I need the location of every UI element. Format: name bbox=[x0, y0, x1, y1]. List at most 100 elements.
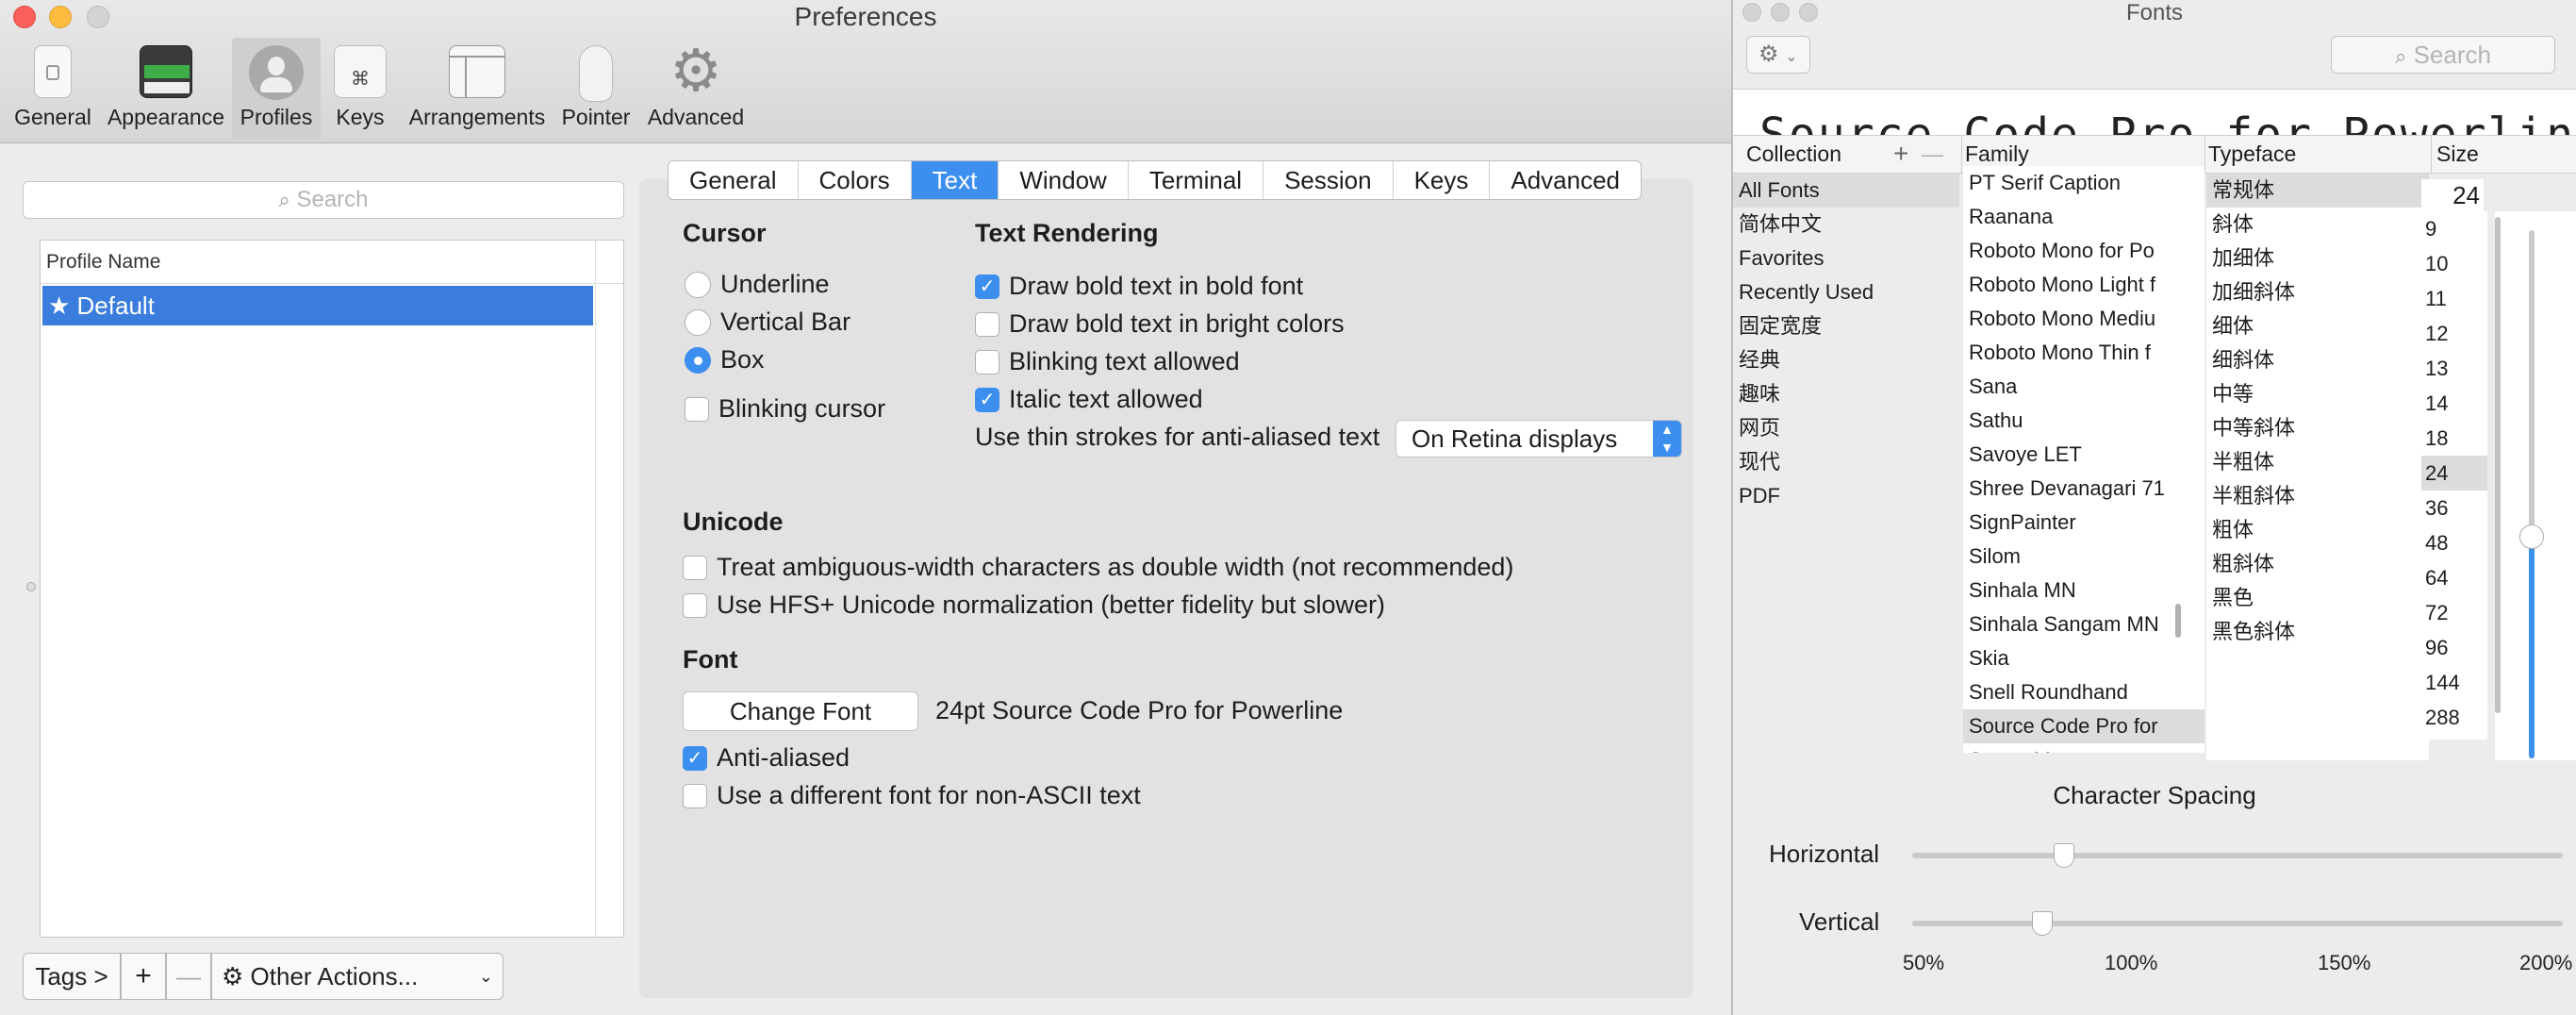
tab-text[interactable]: Text bbox=[911, 161, 999, 199]
typeface-item[interactable]: 斜体 bbox=[2206, 208, 2429, 241]
family-item[interactable]: Roboto Mono for Po bbox=[1963, 234, 2204, 268]
collection-item[interactable]: 网页 bbox=[1733, 411, 1959, 445]
bold-font-checkbox[interactable]: ✓ Draw bold text in bold font bbox=[975, 272, 1303, 301]
ambiguous-width-checkbox[interactable]: Treat ambiguous-width characters as doub… bbox=[683, 553, 1513, 582]
size-item[interactable]: 12 bbox=[2421, 316, 2487, 351]
size-item[interactable]: 14 bbox=[2421, 386, 2487, 421]
profile-row-default[interactable]: ★ Default bbox=[42, 286, 593, 325]
bright-colors-checkbox[interactable]: Draw bold text in bright colors bbox=[975, 309, 1345, 339]
horizontal-spacing-knob[interactable] bbox=[2054, 843, 2074, 868]
family-item[interactable]: Roboto Mono Thin f bbox=[1963, 336, 2204, 370]
collection-item[interactable]: 固定宽度 bbox=[1733, 309, 1959, 343]
toolbar-keys[interactable]: ⌘ Keys bbox=[326, 38, 394, 140]
font-search-input[interactable]: ⌕ Search bbox=[2331, 36, 2555, 74]
collection-item[interactable]: Recently Used bbox=[1733, 275, 1959, 309]
tab-session[interactable]: Session bbox=[1263, 161, 1394, 199]
thin-strokes-select[interactable]: On Retina displays ▲ ▼ bbox=[1395, 420, 1682, 458]
collection-item[interactable]: 经典 bbox=[1733, 343, 1959, 377]
size-item[interactable]: 288 bbox=[2421, 700, 2487, 735]
typeface-item[interactable]: 半粗体 bbox=[2206, 445, 2429, 479]
size-item[interactable]: 64 bbox=[2421, 560, 2487, 595]
toolbar-arrangements[interactable]: Arrangements bbox=[404, 38, 551, 140]
tags-button[interactable]: Tags > bbox=[23, 953, 121, 1000]
cursor-box-radio[interactable]: Box bbox=[685, 345, 765, 374]
toolbar-general[interactable]: General bbox=[8, 38, 98, 140]
family-item[interactable]: Shree Devanagari 71 bbox=[1963, 472, 2204, 506]
size-list[interactable]: 9 10 11 12 13 14 18 24 36 48 64 72 96 144 288 bbox=[2421, 211, 2487, 740]
typeface-item[interactable]: 半粗斜体 bbox=[2206, 479, 2429, 513]
toolbar-pointer[interactable]: Pointer bbox=[558, 38, 634, 140]
family-item[interactable]: Raanana bbox=[1963, 200, 2204, 234]
size-item[interactable]: 144 bbox=[2421, 665, 2487, 700]
collection-item[interactable]: PDF bbox=[1733, 479, 1959, 513]
family-item[interactable]: Sinhala Sangam MN bbox=[1963, 607, 2204, 641]
typeface-list[interactable]: 常规体 斜体 加细体 加细斜体 细体 细斜体 中等 中等斜体 半粗体 半粗斜体 粗体 粗斜体 黑色 黑色斜… bbox=[2206, 174, 2429, 760]
family-item[interactable]: SignPainter bbox=[1963, 506, 2204, 540]
family-scrollbar[interactable] bbox=[2175, 604, 2181, 638]
size-item[interactable]: 24 bbox=[2421, 456, 2487, 491]
typeface-item[interactable]: 加细体 bbox=[2206, 241, 2429, 275]
vertical-spacing-knob[interactable] bbox=[2032, 911, 2053, 936]
hfs-normalization-checkbox[interactable]: Use HFS+ Unicode normalization (better f… bbox=[683, 591, 1385, 620]
family-item[interactable]: Sinhala MN bbox=[1963, 574, 2204, 607]
horizontal-spacing-slider[interactable] bbox=[1912, 853, 2563, 858]
family-item[interactable]: Sana bbox=[1963, 370, 2204, 404]
typeface-item[interactable]: 细斜体 bbox=[2206, 343, 2429, 377]
italic-text-checkbox[interactable]: ✓ Italic text allowed bbox=[975, 385, 1203, 414]
typeface-item[interactable]: 中等斜体 bbox=[2206, 411, 2429, 445]
cursor-vertical-bar-radio[interactable]: Vertical Bar bbox=[685, 308, 850, 337]
family-item[interactable]: Sathu bbox=[1963, 404, 2204, 438]
toolbar-advanced[interactable]: ⚙ Advanced bbox=[645, 38, 747, 140]
family-item[interactable]: Space Mono bbox=[1963, 743, 2204, 753]
collection-item[interactable]: 趣味 bbox=[1733, 377, 1959, 411]
family-item[interactable]: Silom bbox=[1963, 540, 2204, 574]
family-list[interactable]: PT Serif Caption Raanana Roboto Mono for P… bbox=[1963, 166, 2204, 753]
typeface-item[interactable]: 粗体 bbox=[2206, 513, 2429, 547]
blinking-cursor-checkbox[interactable]: Blinking cursor bbox=[685, 394, 885, 424]
other-actions-button[interactable]: ⚙ Other Actions... ⌄ bbox=[211, 953, 504, 1000]
size-item[interactable]: 96 bbox=[2421, 630, 2487, 665]
typeface-item[interactable]: 黑色 bbox=[2206, 581, 2429, 615]
tab-general[interactable]: General bbox=[669, 161, 799, 199]
anti-aliased-checkbox[interactable]: ✓ Anti-aliased bbox=[683, 743, 850, 773]
typeface-item[interactable]: 粗斜体 bbox=[2206, 547, 2429, 581]
collection-item[interactable]: 简体中文 bbox=[1733, 208, 1959, 241]
typeface-item[interactable]: 细体 bbox=[2206, 309, 2429, 343]
collection-list[interactable]: All Fonts 简体中文 Favorites Recently Used 固定宽度经… bbox=[1733, 174, 1959, 760]
remove-profile-button[interactable]: — bbox=[166, 953, 211, 1000]
add-collection-button[interactable]: + bbox=[1893, 136, 1908, 172]
change-font-button[interactable]: Change Font bbox=[683, 691, 918, 731]
collection-item[interactable]: Favorites bbox=[1733, 241, 1959, 275]
typeface-item[interactable]: 黑色斜体 bbox=[2206, 615, 2429, 649]
family-item[interactable]: Roboto Mono Light f bbox=[1963, 268, 2204, 302]
size-item[interactable]: 11 bbox=[2421, 281, 2487, 316]
tab-window[interactable]: Window bbox=[999, 161, 1129, 199]
split-view-handle[interactable] bbox=[26, 582, 36, 591]
font-actions-button[interactable]: ⚙ ⌄ bbox=[1746, 36, 1810, 74]
vertical-spacing-slider[interactable] bbox=[1912, 921, 2563, 926]
add-profile-button[interactable]: + bbox=[121, 953, 166, 1000]
collection-item[interactable]: 现代 bbox=[1733, 445, 1959, 479]
profile-name-header[interactable]: Profile Name bbox=[41, 241, 623, 284]
size-item[interactable]: 36 bbox=[2421, 491, 2487, 525]
size-item[interactable]: 13 bbox=[2421, 351, 2487, 386]
typeface-item[interactable]: 常规体 bbox=[2206, 174, 2429, 208]
size-item[interactable]: 48 bbox=[2421, 525, 2487, 560]
size-input[interactable]: 24 bbox=[2421, 179, 2484, 211]
family-item[interactable]: Roboto Mono Mediu bbox=[1963, 302, 2204, 336]
cursor-underline-radio[interactable]: Underline bbox=[685, 270, 830, 299]
profile-list[interactable]: Profile Name ★ Default bbox=[40, 240, 624, 938]
size-item[interactable]: 72 bbox=[2421, 595, 2487, 630]
size-item[interactable]: 9 bbox=[2421, 211, 2487, 246]
non-ascii-font-checkbox[interactable]: Use a different font for non-ASCII text bbox=[683, 781, 1141, 810]
size-slider-knob[interactable] bbox=[2519, 524, 2544, 549]
tab-advanced[interactable]: Advanced bbox=[1490, 161, 1641, 199]
tab-terminal[interactable]: Terminal bbox=[1129, 161, 1264, 199]
typeface-item[interactable]: 中等 bbox=[2206, 377, 2429, 411]
tab-keys[interactable]: Keys bbox=[1394, 161, 1491, 199]
size-item[interactable]: 10 bbox=[2421, 246, 2487, 281]
profile-search-input[interactable]: ⌕ Search bbox=[23, 181, 624, 219]
family-item[interactable]: Savoye LET bbox=[1963, 438, 2204, 472]
collection-item[interactable]: All Fonts bbox=[1733, 174, 1959, 208]
remove-collection-button[interactable]: — bbox=[1922, 136, 1943, 172]
